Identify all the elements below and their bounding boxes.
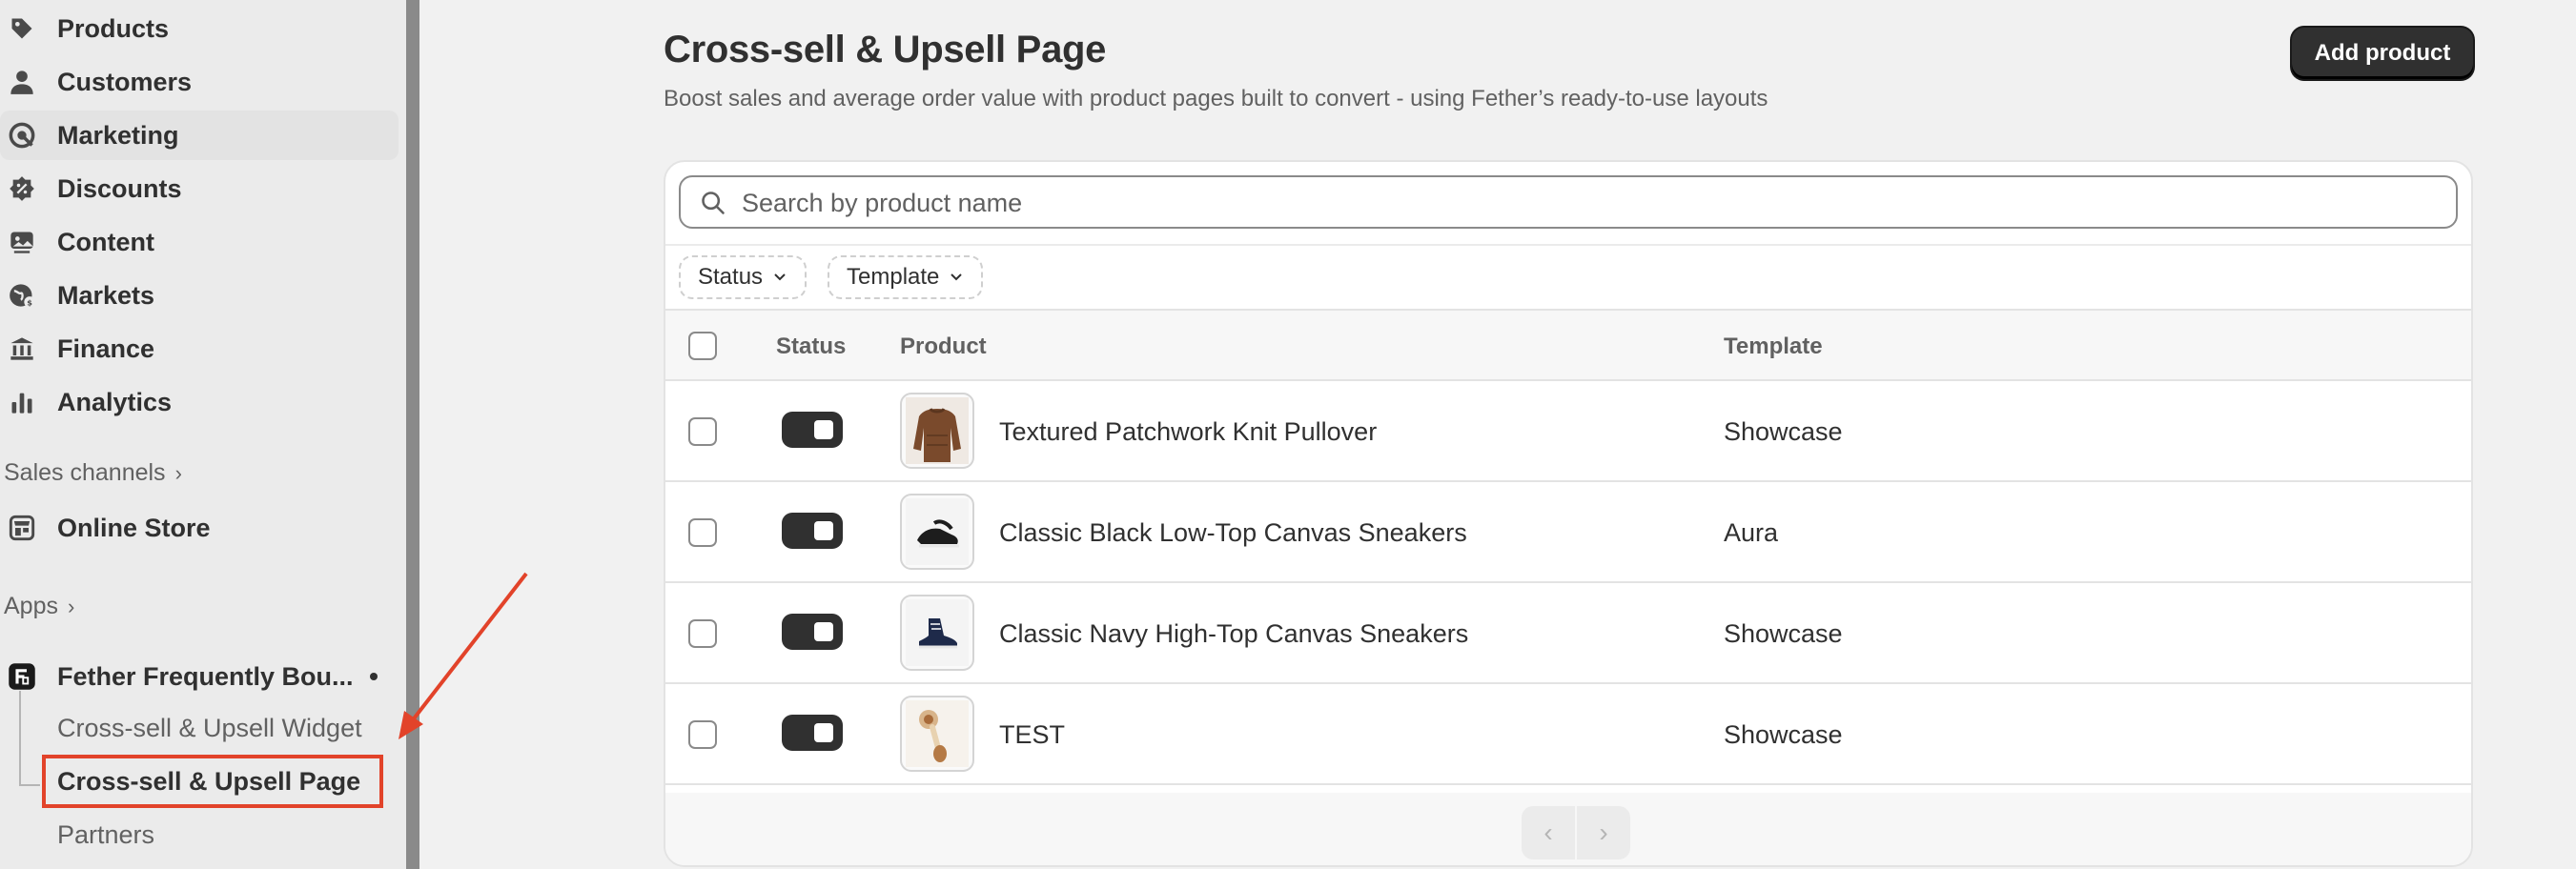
globe-icon: $ (8, 281, 36, 310)
chevron-right-icon: › (67, 594, 75, 618)
row-checkbox[interactable] (688, 720, 717, 749)
status-toggle[interactable] (782, 412, 843, 448)
table-row[interactable]: TEST Showcase (665, 684, 2471, 785)
product-name[interactable]: Classic Black Low-Top Canvas Sneakers (999, 518, 1467, 548)
search-field[interactable] (679, 175, 2458, 229)
sidebar-item-fether-app[interactable]: Fether Frequently Bou... (0, 652, 399, 701)
search-input[interactable] (740, 183, 2441, 223)
add-product-button[interactable]: Add product (2292, 28, 2473, 79)
search-icon (700, 190, 726, 221)
table-row[interactable]: Classic Black Low-Top Canvas Sneakers Au… (665, 482, 2471, 583)
sales-channels-heading[interactable]: Sales channels › (4, 459, 182, 487)
product-thumbnail (900, 393, 974, 469)
sidebar-item-label: Online Store (57, 513, 211, 542)
product-name[interactable]: Classic Navy High-Top Canvas Sneakers (999, 619, 1468, 649)
template-name: Showcase (1724, 720, 1843, 749)
filter-label: Status (698, 264, 764, 290)
discount-badge-icon (8, 174, 36, 203)
svg-text:$: $ (27, 298, 32, 308)
table-row[interactable]: Classic Navy High-Top Canvas Sneakers Sh… (665, 583, 2471, 684)
row-checkbox[interactable] (688, 518, 717, 547)
template-name: Showcase (1724, 417, 1843, 446)
select-all-checkbox[interactable] (688, 332, 717, 360)
sidebar-item-label: Markets (57, 280, 155, 310)
status-toggle[interactable] (782, 715, 843, 751)
product-name[interactable]: Textured Patchwork Knit Pullover (999, 417, 1377, 447)
chevron-right-icon: › (1599, 818, 1608, 847)
chevron-left-icon: ‹ (1544, 818, 1553, 847)
column-header-status[interactable]: Status (776, 333, 846, 360)
fether-app-icon (8, 662, 36, 691)
person-icon (8, 68, 36, 96)
column-header-product[interactable]: Product (900, 333, 987, 360)
bar-chart-icon (8, 388, 36, 416)
row-checkbox[interactable] (688, 417, 717, 446)
products-card: Status Template Status Product Template … (664, 160, 2473, 867)
highlight-annotation-box (42, 755, 383, 808)
sidebar-item-products[interactable]: Products (0, 4, 399, 53)
template-filter[interactable]: Template (828, 255, 984, 299)
status-filter[interactable]: Status (679, 255, 808, 299)
table-header: Status Product Template (665, 311, 2471, 381)
filter-bar: Status Template (665, 244, 2471, 311)
apps-heading[interactable]: Apps › (4, 593, 74, 620)
app-status-dot (370, 673, 378, 680)
next-page-button[interactable]: › (1577, 806, 1630, 859)
product-name[interactable]: TEST (999, 720, 1065, 750)
storefront-icon (8, 514, 36, 542)
status-toggle[interactable] (782, 614, 843, 650)
sidebar-item-label: Discounts (57, 173, 182, 203)
sidebar: Products Customers Marketing Discounts C… (0, 0, 406, 869)
sidebar-item-partners[interactable]: Partners (57, 820, 154, 850)
tree-connector (19, 784, 40, 786)
sidebar-item-finance[interactable]: Finance (0, 324, 399, 374)
status-toggle[interactable] (782, 513, 843, 549)
sales-channels-label: Sales channels (4, 459, 166, 486)
sidebar-item-label: Analytics (57, 387, 173, 416)
sidebar-item-discounts[interactable]: Discounts (0, 164, 399, 213)
product-thumbnail (900, 494, 974, 570)
page-subtitle: Boost sales and average order value with… (664, 86, 1768, 111)
sidebar-item-label: Products (57, 13, 170, 43)
product-thumbnail (900, 595, 974, 671)
column-header-template[interactable]: Template (1724, 333, 1823, 360)
sidebar-item-analytics[interactable]: Analytics (0, 377, 399, 427)
row-checkbox[interactable] (688, 619, 717, 648)
table-row[interactable]: Textured Patchwork Knit Pullover Showcas… (665, 381, 2471, 482)
target-icon (8, 121, 36, 150)
sidebar-item-customers[interactable]: Customers (0, 57, 399, 107)
tree-connector (19, 691, 21, 786)
previous-page-button[interactable]: ‹ (1522, 806, 1575, 859)
sidebar-subitem-widget[interactable]: Cross-sell & Upsell Widget (57, 714, 362, 743)
sidebar-item-label: Customers (57, 67, 193, 96)
tag-icon (8, 14, 36, 43)
annotation-arrow (399, 572, 528, 739)
sidebar-item-label: Content (57, 227, 154, 256)
bank-icon (8, 334, 36, 363)
sidebar-item-online-store[interactable]: Online Store (0, 503, 399, 553)
table-footer: ‹ › (665, 793, 2471, 865)
image-icon (8, 228, 36, 256)
sidebar-item-content[interactable]: Content (0, 217, 399, 267)
sidebar-item-marketing[interactable]: Marketing (0, 111, 399, 160)
pagination: ‹ › (1522, 806, 1630, 859)
sidebar-item-label: Marketing (57, 120, 179, 150)
template-name: Aura (1724, 518, 1779, 547)
apps-label: Apps (4, 593, 58, 619)
filter-label: Template (847, 264, 940, 290)
product-thumbnail (900, 696, 974, 772)
chevron-right-icon: › (174, 460, 182, 485)
chevron-down-icon (949, 264, 964, 291)
template-name: Showcase (1724, 619, 1843, 648)
sidebar-item-markets[interactable]: $ Markets (0, 271, 399, 320)
page-title: Cross-sell & Upsell Page (664, 29, 1107, 71)
chevron-down-icon (772, 264, 787, 291)
sidebar-item-label: Finance (57, 333, 155, 363)
sidebar-item-label: Fether Frequently Bou... (57, 661, 354, 691)
